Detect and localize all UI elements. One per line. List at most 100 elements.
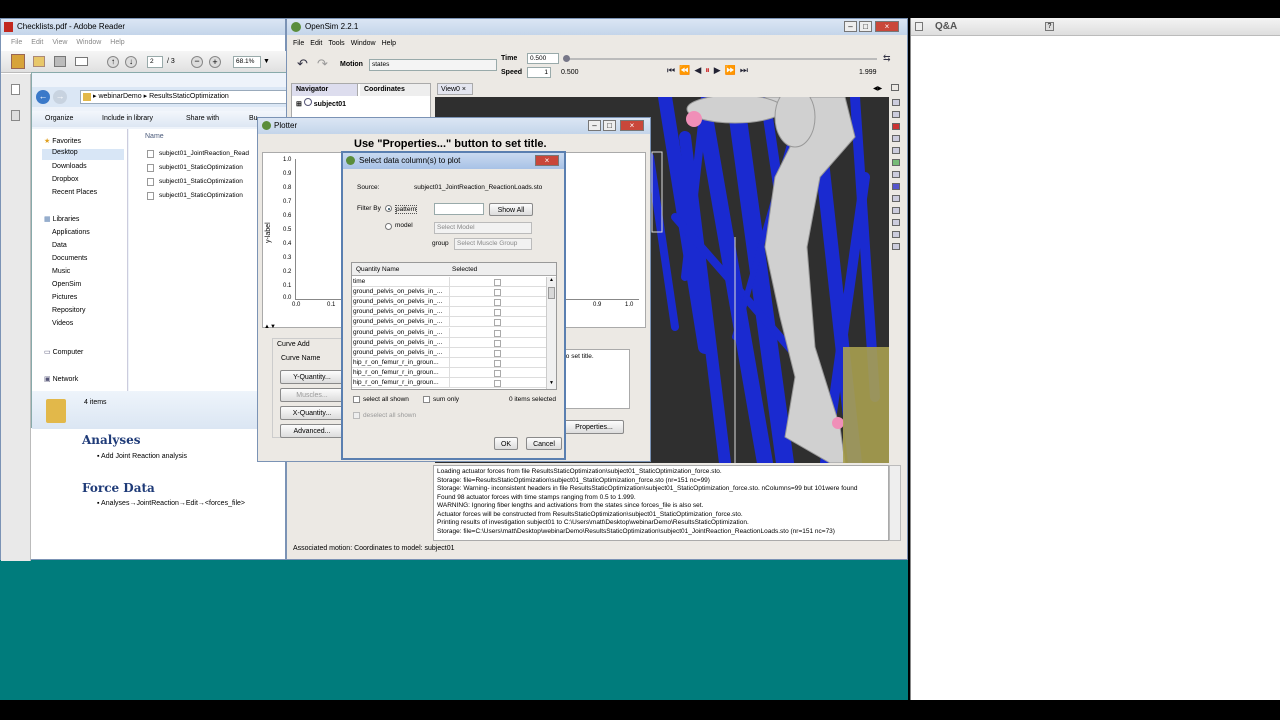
model-radio[interactable] — [385, 223, 392, 230]
table-row[interactable]: ground_pelvis_on_pelvis_in_... — [352, 347, 546, 358]
cancel-button[interactable]: Cancel — [526, 437, 562, 450]
address-field[interactable]: ▸ webinarDemo ▸ ResultsStaticOptimizatio… — [80, 90, 289, 104]
view-scroll-left[interactable]: ◀▶ — [873, 85, 882, 92]
opensim-menu-help[interactable]: Help — [382, 40, 396, 47]
lib-videos[interactable]: Videos — [52, 320, 73, 327]
select-all-checkbox[interactable] — [353, 396, 360, 403]
select-group-dropdown[interactable]: Select Muscle Group — [454, 238, 532, 250]
help-icon[interactable]: ? — [1045, 22, 1054, 31]
row-checkbox[interactable] — [494, 339, 501, 347]
table-row[interactable]: ground_pelvis_on_pelvis_in_... — [352, 307, 546, 318]
print-icon[interactable] — [54, 56, 66, 67]
zoom-in-icon[interactable]: + — [209, 56, 221, 68]
view-maximize-icon[interactable] — [891, 84, 899, 91]
row-checkbox[interactable] — [494, 369, 501, 377]
plotter-maximize-button[interactable]: □ — [603, 120, 616, 131]
row-checkbox[interactable] — [494, 359, 501, 367]
table-row[interactable]: ground_pelvis_on_pelvis_in_... — [352, 287, 546, 298]
table-row[interactable]: time — [352, 277, 546, 288]
play-back-icon[interactable]: ◀ — [694, 65, 705, 75]
ok-button[interactable]: OK — [494, 437, 518, 450]
back-icon[interactable]: ← — [36, 90, 50, 104]
next-page-icon[interactable]: ↓ — [125, 56, 137, 68]
plotter-close-button[interactable]: × — [620, 120, 644, 131]
table-row[interactable]: hip_r_on_femur_r_in_groun... — [352, 378, 546, 389]
view-tool-icon[interactable] — [892, 195, 900, 202]
pages-icon[interactable] — [11, 84, 20, 95]
splitter-arrows-icon[interactable]: ▲▼ — [264, 324, 276, 330]
first-frame-icon[interactable]: ⏮ — [667, 65, 679, 75]
zoom-dropdown-icon[interactable]: ▼ — [263, 58, 270, 65]
pattern-radio[interactable] — [385, 205, 392, 212]
view-tool-icon[interactable] — [892, 171, 900, 178]
reader-menu-edit[interactable]: Edit — [31, 39, 43, 46]
table-row[interactable]: ground_pelvis_on_pelvis_in_... — [352, 327, 546, 338]
opensim-menu-tools[interactable]: Tools — [328, 40, 344, 47]
row-checkbox[interactable] — [494, 309, 501, 317]
reader-menu-file[interactable]: File — [11, 39, 22, 46]
row-checkbox[interactable] — [494, 329, 501, 337]
opensim-menu-file[interactable]: File — [293, 40, 304, 47]
opensim-menu-edit[interactable]: Edit — [310, 40, 322, 47]
view-tool-icon[interactable] — [892, 231, 900, 238]
view-tool-icon[interactable] — [892, 99, 900, 106]
view-tool-icon[interactable] — [892, 207, 900, 214]
pause-icon[interactable]: ⏸ — [705, 65, 714, 75]
zoom-input[interactable]: 68.1% — [233, 56, 261, 68]
sum-only-checkbox[interactable] — [423, 396, 430, 403]
col-selected[interactable]: Selected — [452, 263, 477, 276]
view-tool-icon[interactable] — [892, 147, 900, 154]
tree-item-subject01[interactable]: ⊞ subject01 — [296, 98, 346, 108]
lib-repository[interactable]: Repository — [52, 307, 85, 314]
lib-applications[interactable]: Applications — [52, 229, 90, 236]
view-tool-icon[interactable] — [892, 135, 900, 142]
pattern-input[interactable] — [434, 203, 484, 215]
lib-documents[interactable]: Documents — [52, 255, 87, 262]
fav-dropbox[interactable]: Dropbox — [52, 176, 78, 183]
step-forward-icon[interactable]: ⏩ — [725, 65, 740, 75]
create-pdf-icon[interactable] — [11, 54, 25, 69]
open-icon[interactable] — [33, 56, 45, 67]
table-row[interactable]: ground_pelvis_on_pelvis_in_... — [352, 317, 546, 328]
scroll-down-icon[interactable]: ▼ — [549, 380, 554, 386]
reader-menu-window[interactable]: Window — [76, 39, 101, 46]
undo-icon[interactable]: ↶ — [297, 57, 313, 71]
row-checkbox[interactable] — [494, 380, 501, 387]
select-model-dropdown[interactable]: Select Model — [434, 222, 532, 234]
fav-downloads[interactable]: Downloads — [52, 163, 87, 170]
include-library-button[interactable]: Include in library — [102, 111, 153, 127]
x-quantity-button[interactable]: X-Quantity... — [280, 406, 344, 420]
row-checkbox[interactable] — [494, 279, 501, 286]
log-scrollbar[interactable] — [889, 465, 901, 541]
reader-menu-view[interactable]: View — [52, 39, 67, 46]
tab-coordinates[interactable]: Coordinates — [360, 84, 430, 96]
loop-icon[interactable]: ⇆ — [883, 53, 891, 64]
opensim-menu-window[interactable]: Window — [351, 40, 376, 47]
lib-opensim[interactable]: OpenSim — [52, 281, 81, 288]
prev-page-icon[interactable]: ↑ — [107, 56, 119, 68]
table-row[interactable]: hip_r_on_femur_r_in_groun... — [352, 357, 546, 368]
speed-input[interactable]: 1 — [527, 67, 551, 78]
slider-thumb[interactable] — [563, 55, 570, 62]
time-slider[interactable] — [563, 55, 877, 62]
favorites-label[interactable]: ★ Favorites — [44, 137, 81, 145]
dialog-close-button[interactable]: × — [535, 155, 559, 166]
view-tool-icon[interactable] — [892, 243, 900, 250]
path-segment[interactable]: ResultsStaticOptimization — [149, 93, 229, 100]
path-segment[interactable]: webinarDemo — [98, 93, 141, 100]
scroll-up-icon[interactable]: ▲ — [549, 277, 554, 283]
libraries-label[interactable]: ▦ Libraries — [44, 215, 79, 223]
row-checkbox[interactable] — [494, 289, 501, 297]
table-scrollbar[interactable]: ▲ ▼ — [546, 277, 556, 389]
lib-pictures[interactable]: Pictures — [52, 294, 77, 301]
fav-recent-places[interactable]: Recent Places — [52, 189, 97, 196]
redo-icon[interactable]: ↷ — [317, 57, 333, 71]
row-checkbox[interactable] — [494, 299, 501, 307]
show-all-button[interactable]: Show All — [489, 203, 533, 216]
network-item[interactable]: ▣ Network — [44, 375, 78, 383]
tab-navigator[interactable]: Navigator — [292, 84, 358, 96]
scroll-thumb[interactable] — [548, 287, 555, 299]
last-frame-icon[interactable]: ⏭ — [740, 65, 752, 75]
share-with-button[interactable]: Share with — [186, 111, 219, 127]
table-row[interactable]: ground_pelvis_on_pelvis_in_... — [352, 337, 546, 348]
